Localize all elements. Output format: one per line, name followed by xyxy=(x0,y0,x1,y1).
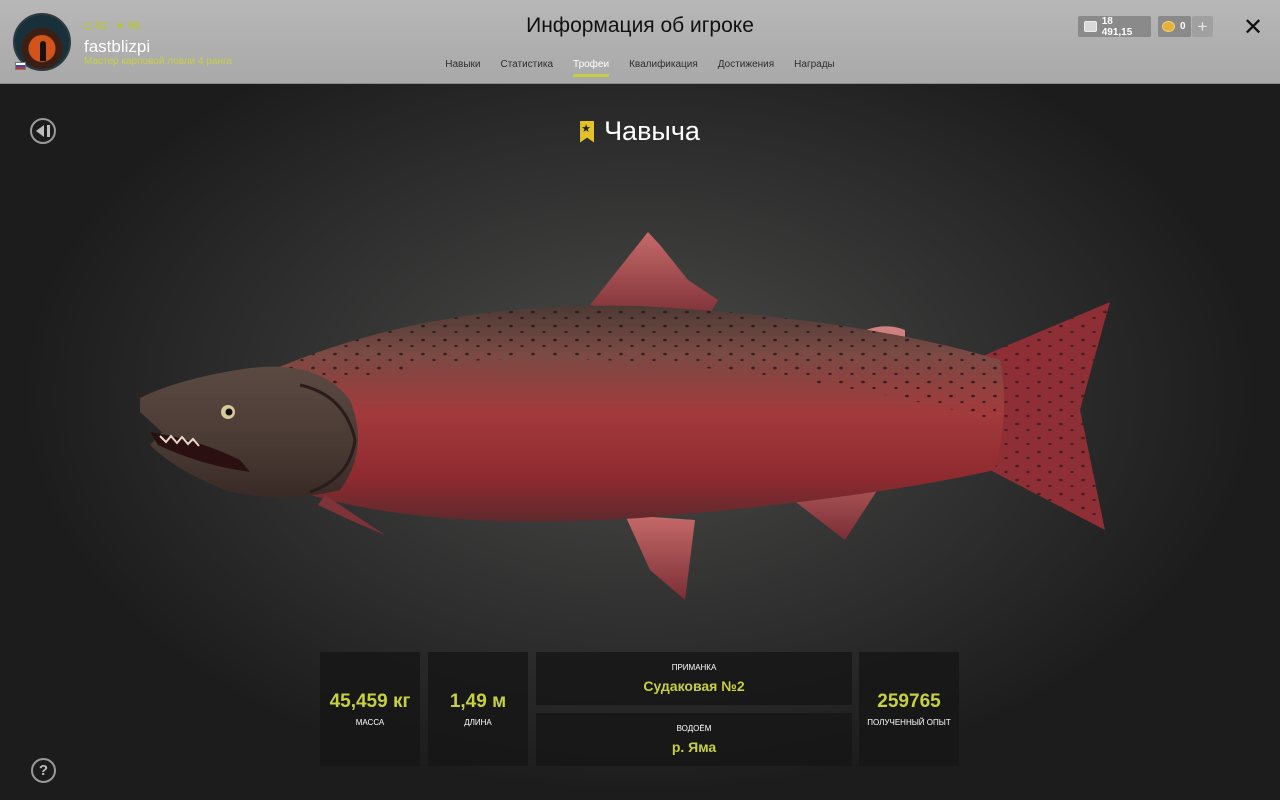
fish-head xyxy=(140,366,358,498)
trophy-view: Чавыча xyxy=(0,84,1280,800)
mass-panel: 45,459 кг Масса xyxy=(320,652,420,766)
bait-panel: Приманка Судаковая №2 xyxy=(536,652,852,705)
add-gold-button[interactable]: + xyxy=(1192,16,1213,37)
water-panel: Водоём р. Яма xyxy=(536,713,852,766)
tab-trophies[interactable]: Трофеи xyxy=(563,59,619,77)
fisher-silhouette xyxy=(40,41,46,61)
close-button[interactable]: ✕ xyxy=(1240,14,1266,41)
gold-balance: 0 xyxy=(1158,16,1191,37)
mass-label: Масса xyxy=(355,718,385,727)
bait-value: Судаковая №2 xyxy=(643,678,745,694)
fish-title: Чавыча xyxy=(0,116,1280,147)
gold-coin-icon xyxy=(1162,21,1175,32)
tab-bar: Навыки Статистика Трофеи Квалификация До… xyxy=(0,59,1280,77)
silver-coin-icon xyxy=(1084,21,1097,32)
tab-achievements[interactable]: Достижения xyxy=(708,59,784,77)
tab-statistics[interactable]: Статистика xyxy=(490,59,563,77)
fish-image xyxy=(140,232,1110,600)
tab-skills[interactable]: Навыки xyxy=(435,59,490,77)
water-value: р. Яма xyxy=(671,739,717,755)
bait-label: Приманка xyxy=(671,663,717,672)
top-header: 41 ★ 50 fastblizpi Мастер карповой ловли … xyxy=(0,0,1280,84)
tab-rewards[interactable]: Награды xyxy=(784,59,845,77)
xp-value: 259765 xyxy=(877,691,941,712)
xp-label: Полученный опыт xyxy=(867,718,951,727)
xp-panel: 259765 Полученный опыт xyxy=(859,652,959,766)
help-button[interactable]: ? xyxy=(31,758,56,783)
water-label: Водоём xyxy=(676,724,712,733)
length-label: Длина xyxy=(464,718,492,727)
silver-balance: 18 491,15 xyxy=(1078,15,1151,38)
gold-value: 0 xyxy=(1180,21,1186,32)
length-panel: 1,49 м Длина xyxy=(428,652,528,766)
trophy-badge-icon xyxy=(580,120,595,143)
silver-value: 18 491,15 xyxy=(1101,15,1133,38)
mass-value: 45,459 кг xyxy=(329,691,411,712)
fish-name: Чавыча xyxy=(604,116,700,146)
tab-qualification[interactable]: Квалификация xyxy=(619,59,708,77)
username: fastblizpi xyxy=(84,37,151,56)
length-value: 1,49 м xyxy=(449,691,507,712)
